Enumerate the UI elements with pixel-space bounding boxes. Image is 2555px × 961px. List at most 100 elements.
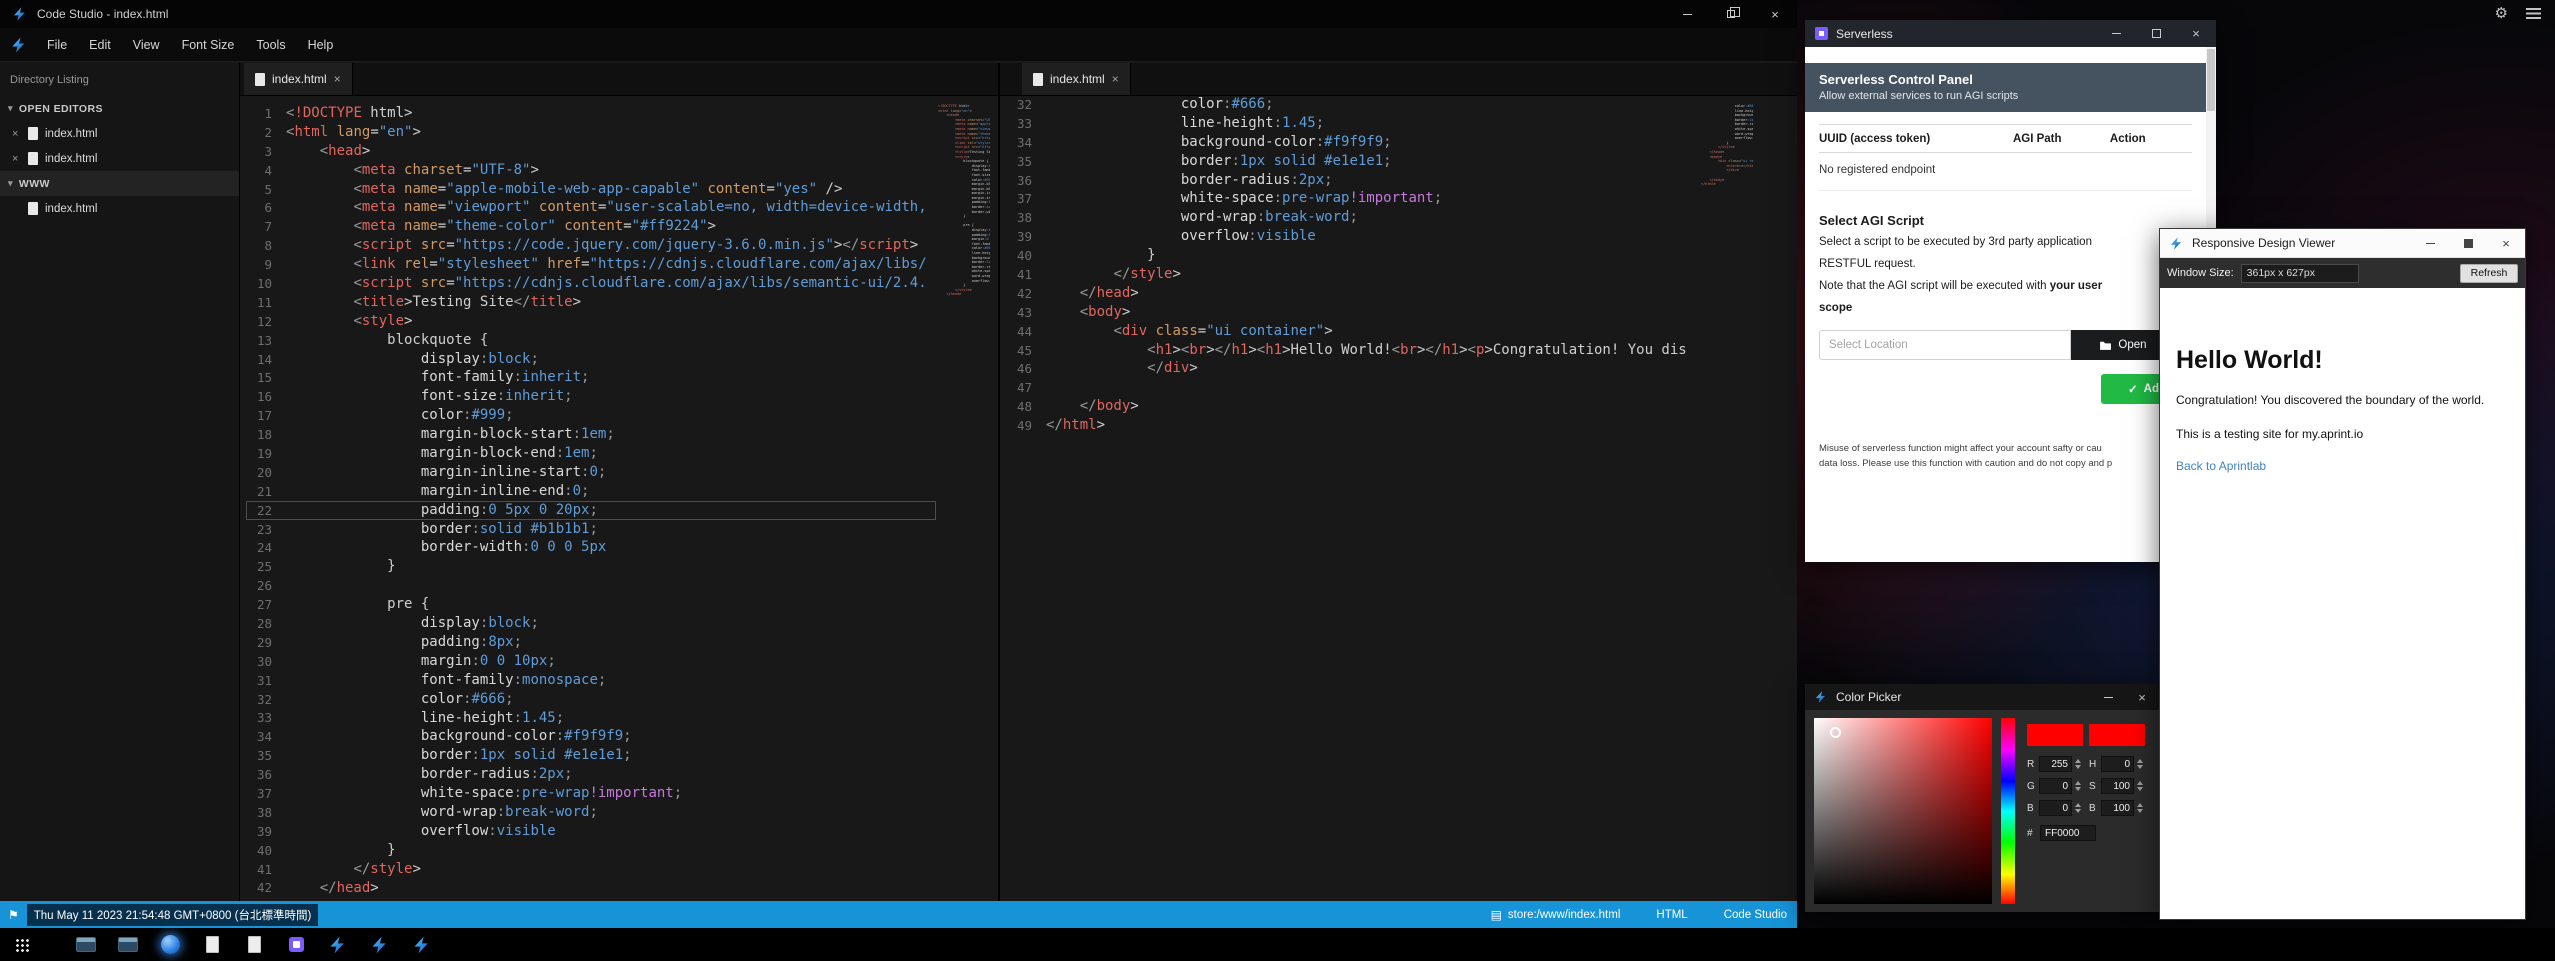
code-line-5[interactable]: 5 <meta name="apple-mobile-web-app-capab… [246,180,936,199]
code-line-6[interactable]: 6 <meta name="viewport" content="user-sc… [246,198,936,217]
minimize-button[interactable] [2411,229,2449,257]
code-line-41[interactable]: 41 </style> [246,860,936,879]
code-line-33[interactable]: 33 line-height:1.45; [1006,114,1697,133]
code-line-12[interactable]: 12 <style> [246,312,936,331]
code-line-27[interactable]: 27 pre { [246,595,936,614]
code-line-31[interactable]: 31 font-family:monospace; [246,671,936,690]
taskbar-code-studio-icon[interactable] [410,933,434,957]
file-item-index.html[interactable]: ×index.html [0,146,239,171]
taskbar-extension-icon[interactable] [284,933,308,957]
code-line-40[interactable]: 40 } [1006,246,1697,265]
hex-value-field[interactable]: FF0000 [2040,825,2096,841]
value-input[interactable]: 255 [2039,756,2072,772]
code-line-38[interactable]: 38 word-wrap:break-word; [246,803,936,822]
tab-index-html[interactable]: index.html × [244,63,353,95]
taskbar-code-studio-icon[interactable] [368,933,392,957]
window-size-input[interactable] [2241,264,2359,283]
code-line-36[interactable]: 36 border-radius:2px; [1006,171,1697,190]
code-line-14[interactable]: 14 display:block; [246,350,936,369]
stepper[interactable] [2075,759,2081,769]
code-line-37[interactable]: 37 white-space:pre-wrap!important; [246,784,936,803]
value-input[interactable]: 0 [2039,778,2072,794]
code-line-46[interactable]: 46 </div> [1006,359,1697,378]
code-line-39[interactable]: 39 overflow:visible [246,822,936,841]
code-line-41[interactable]: 41 </style> [1006,265,1697,284]
code-line-16[interactable]: 16 font-size:inherit; [246,387,936,406]
minimize-button[interactable] [2096,20,2136,47]
code-line-24[interactable]: 24 border-width:0 0 0 5px [246,538,936,557]
taskbar-document-icon[interactable] [242,933,266,957]
code-line-18[interactable]: 18 margin-block-start:1em; [246,425,936,444]
value-input[interactable]: 0 [2101,756,2134,772]
code-line-26[interactable]: 26 [246,576,936,595]
status-language[interactable]: HTML [1656,909,1687,921]
code-line-7[interactable]: 7 <meta name="theme-color" content="#ff9… [246,217,936,236]
stepper[interactable] [2075,803,2081,813]
code-line-2[interactable]: 2<html lang="en"> [246,123,936,142]
code-line-8[interactable]: 8 <script src="https://code.jquery.com/j… [246,236,936,255]
code-line-21[interactable]: 21 margin-inline-end:0; [246,482,936,501]
code-line-11[interactable]: 11 <title>Testing Site</title> [246,293,936,312]
taskbar-window-icon[interactable] [74,933,98,957]
code-line-13[interactable]: 13 blockquote { [246,331,936,350]
close-button[interactable]: × [2125,684,2159,710]
maximize-button[interactable] [2449,229,2487,257]
select-location-input[interactable] [1819,330,2071,360]
code-line-44[interactable]: 44 <div class="ui container"> [1006,322,1697,341]
code-line-19[interactable]: 19 margin-block-end:1em; [246,444,936,463]
value-input[interactable]: 0 [2039,800,2072,816]
code-line-32[interactable]: 32 color:#666; [246,690,936,709]
saturation-value-area[interactable] [1814,718,1992,904]
code-line-22[interactable]: 22 padding:0 5px 0 20px; [246,501,936,520]
code-line-43[interactable]: 43 <body> [1006,303,1697,322]
tab-index-html[interactable]: index.html × [1022,63,1131,95]
close-button[interactable]: × [1753,0,1797,28]
menu-help[interactable]: Help [297,33,345,57]
minimap[interactable]: color:#666; line-height:1.45; background… [1699,104,1753,187]
value-input[interactable]: 100 [2101,800,2134,816]
back-to-aprintlab-link[interactable]: Back to Aprintlab [2176,459,2266,473]
menu-font-size[interactable]: Font Size [171,33,246,57]
menu-file[interactable]: File [36,33,78,57]
code-line-1[interactable]: 1<!DOCTYPE html> [246,104,936,123]
close-button[interactable]: × [2487,229,2525,257]
code-line-37[interactable]: 37 white-space:pre-wrap!important; [1006,189,1697,208]
stepper[interactable] [2137,803,2143,813]
code-line-33[interactable]: 33 line-height:1.45; [246,709,936,728]
code-line-34[interactable]: 34 background-color:#f9f9f9; [246,727,936,746]
code-line-49[interactable]: 49</html> [1006,416,1697,435]
code-line-10[interactable]: 10 <script src="https://cdnjs.cloudflare… [246,274,936,293]
hamburger-menu-icon[interactable] [2526,8,2541,19]
stepper[interactable] [2137,781,2143,791]
code-line-4[interactable]: 4 <meta charset="UTF-8"> [246,161,936,180]
code-line-30[interactable]: 30 margin:0 0 10px; [246,652,936,671]
code-line-17[interactable]: 17 color:#999; [246,406,936,425]
code-line-35[interactable]: 35 border:1px solid #e1e1e1; [1006,152,1697,171]
code-line-38[interactable]: 38 word-wrap:break-word; [1006,208,1697,227]
minimize-button[interactable] [2091,684,2125,710]
code-line-35[interactable]: 35 border:1px solid #e1e1e1; [246,746,936,765]
value-input[interactable]: 100 [2101,778,2134,794]
section-www[interactable]: ▾WWW [0,171,239,196]
taskbar-window-icon[interactable] [116,933,140,957]
code-line-39[interactable]: 39 overflow:visible [1006,227,1697,246]
section-open-editors[interactable]: ▾OPEN EDITORS [0,96,239,121]
refresh-button[interactable]: Refresh [2460,264,2518,283]
stepper[interactable] [2075,781,2081,791]
code-line-15[interactable]: 15 font-family:inherit; [246,368,936,387]
code-line-23[interactable]: 23 border:solid #b1b1b1; [246,520,936,539]
code-line-47[interactable]: 47 [1006,378,1697,397]
code-line-42[interactable]: 42 </head> [246,879,936,898]
code-line-34[interactable]: 34 background-color:#f9f9f9; [1006,133,1697,152]
file-item-index.html[interactable]: index.html [0,196,239,221]
maximize-button[interactable] [2136,20,2176,47]
code-line-25[interactable]: 25 } [246,557,936,576]
code-line-28[interactable]: 28 display:block; [246,614,936,633]
minimap[interactable]: <!DOCTYPE html><html lang="en"> <head> <… [936,104,990,297]
taskbar-app-grid-icon[interactable] [10,933,34,957]
close-icon[interactable]: × [12,128,26,140]
close-icon[interactable]: × [12,153,26,165]
close-button[interactable]: × [2176,20,2216,47]
close-icon[interactable]: × [1112,72,1119,86]
code-line-36[interactable]: 36 border-radius:2px; [246,765,936,784]
